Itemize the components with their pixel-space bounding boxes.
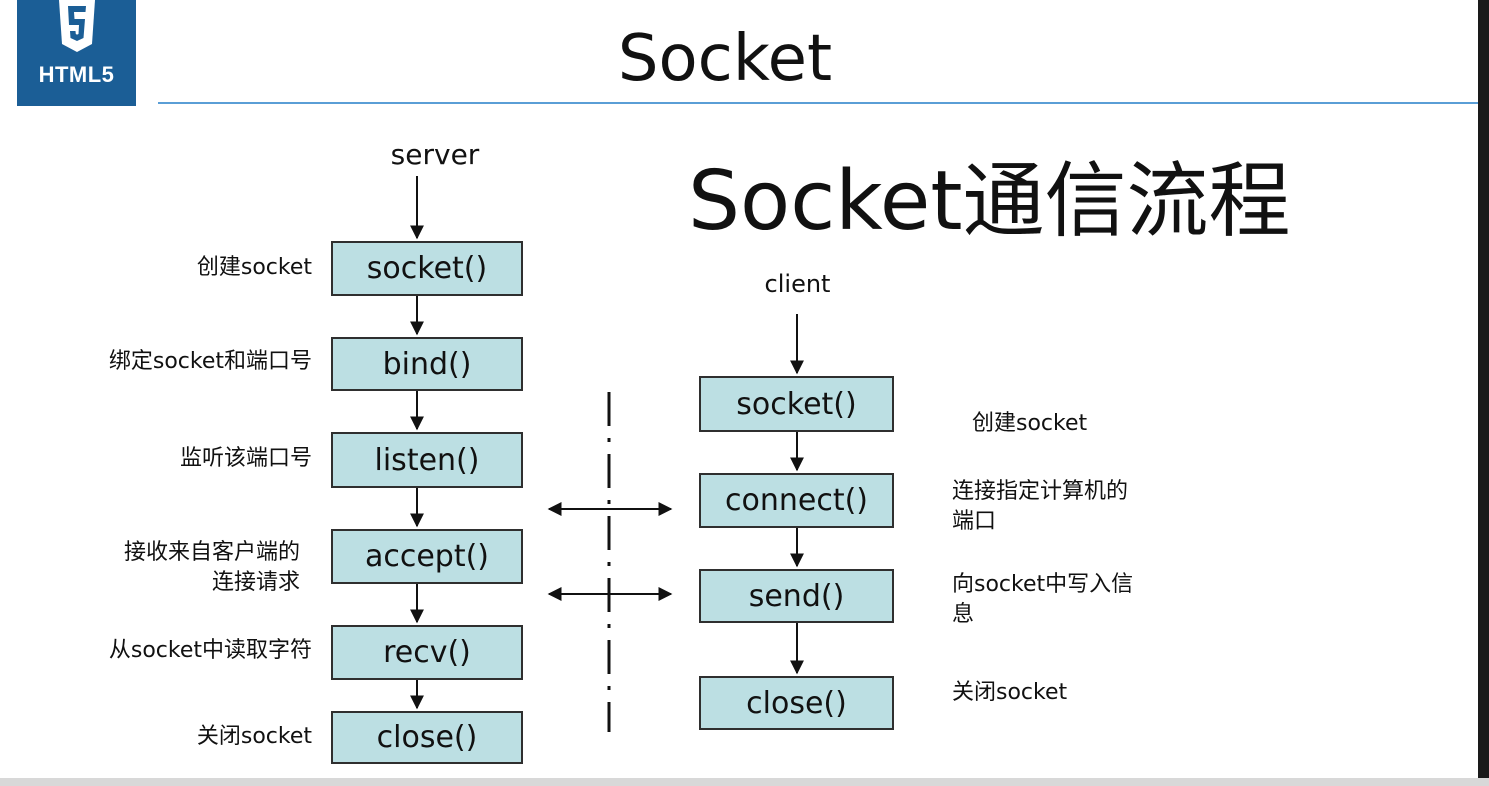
client-send-box: send() [699, 569, 894, 623]
server-note: 绑定socket和端口号 [108, 349, 312, 374]
server-socket-box: socket() [331, 241, 523, 296]
server-close-box: close() [331, 711, 523, 764]
server-bind-box: bind() [331, 337, 523, 391]
client-note: 关闭socket [952, 680, 1068, 705]
server-listen-box: listen() [331, 432, 523, 488]
server-recv-box: recv() [331, 625, 523, 680]
server-accept-box: accept() [331, 529, 523, 584]
server-note: 从socket中读取字符 [108, 638, 312, 663]
server-note: 关闭socket [196, 724, 312, 749]
client-socket-box: socket() [699, 376, 894, 432]
server-note: 监听该端口号 [179, 446, 312, 471]
client-close-box: close() [699, 676, 894, 730]
client-note: 向socket中写入信 息 [952, 572, 1134, 627]
server-note: 创建socket [196, 255, 312, 280]
server-note: 接收来自客户端的 连接请求 [123, 540, 300, 595]
client-connect-box: connect() [699, 473, 894, 528]
client-note: 创建socket [972, 411, 1088, 436]
client-note: 连接指定计算机的 端口 [952, 479, 1129, 534]
